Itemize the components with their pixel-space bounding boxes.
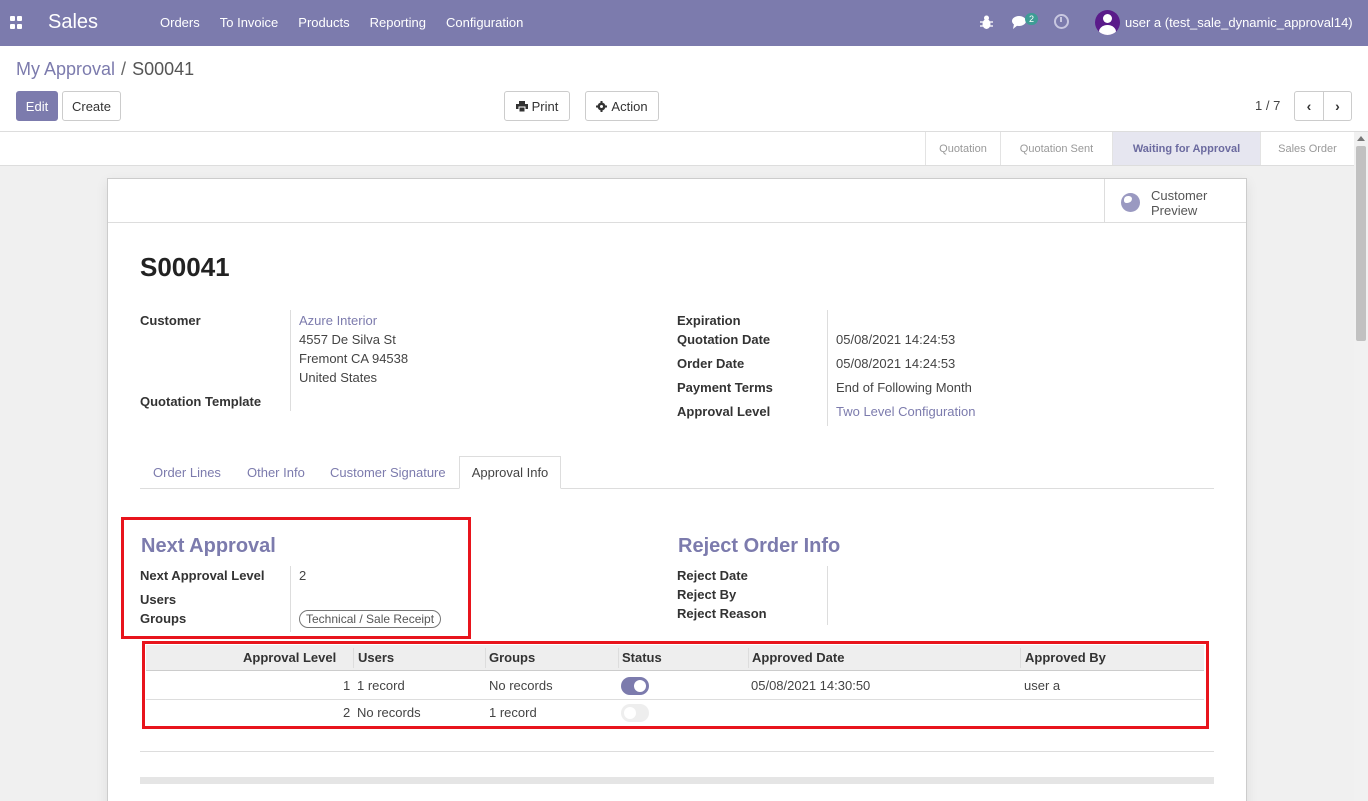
top-navbar: Sales Orders To Invoice Products Reporti… <box>0 0 1368 46</box>
reject-reason-label: Reject Reason <box>677 606 767 621</box>
scrollbar-thumb[interactable] <box>1356 146 1366 341</box>
button-box: Customer Preview <box>108 179 1246 223</box>
debug-bug-icon[interactable] <box>980 14 993 30</box>
control-panel: My Approval / S00041 Edit Create Print Act… <box>0 46 1368 132</box>
quotation-date-value: 05/08/2021 14:24:53 <box>836 332 956 347</box>
customer-preview-line2: Preview <box>1151 203 1198 218</box>
divider <box>140 777 1214 784</box>
breadcrumb-parent[interactable]: My Approval <box>16 59 115 79</box>
breadcrumb-separator: / <box>121 59 127 79</box>
payment-terms-label: Payment Terms <box>677 380 773 395</box>
breadcrumb-current: S00041 <box>132 59 195 79</box>
user-menu[interactable]: user a (test_sale_dynamic_approval14) <box>1125 15 1353 30</box>
menu-products[interactable]: Products <box>298 15 349 30</box>
pager-next-button[interactable]: › <box>1323 91 1352 121</box>
address-line2: Fremont CA 94538 <box>299 351 409 366</box>
page-scrollbar[interactable] <box>1354 132 1368 801</box>
edit-button[interactable]: Edit <box>16 91 58 121</box>
order-date-label: Order Date <box>677 356 745 371</box>
approval-level-link[interactable]: Two Level Configuration <box>836 404 975 419</box>
record-title: S00041 <box>140 252 230 282</box>
menu-reporting[interactable]: Reporting <box>370 15 426 30</box>
payment-terms-value: End of Following Month <box>836 380 972 395</box>
highlight-approval-table <box>142 641 1209 729</box>
field-separator <box>290 310 291 411</box>
pager-value[interactable]: 1 / 7 <box>1255 98 1280 113</box>
chevron-left-icon: ‹ <box>1306 98 1312 114</box>
reject-date-label: Reject Date <box>677 568 748 583</box>
globe-icon <box>1121 193 1140 212</box>
menu-orders[interactable]: Orders <box>160 15 200 30</box>
address-line3: United States <box>299 370 378 385</box>
status-quotation-sent[interactable]: Quotation Sent <box>1000 132 1112 165</box>
app-brand[interactable]: Sales <box>48 11 98 34</box>
menu-to-invoice[interactable]: To Invoice <box>220 15 279 30</box>
user-avatar[interactable] <box>1095 10 1120 35</box>
chevron-right-icon: › <box>1335 98 1340 114</box>
status-quotation[interactable]: Quotation <box>925 132 1000 165</box>
address-line1: 4557 De Silva St <box>299 332 396 347</box>
tabs-divider <box>140 488 1214 489</box>
reject-by-label: Reject By <box>677 587 737 602</box>
pager-previous-button[interactable]: ‹ <box>1294 91 1324 121</box>
create-button[interactable]: Create <box>62 91 121 121</box>
quotation-date-label: Quotation Date <box>677 332 771 347</box>
scroll-up-arrow-icon[interactable] <box>1357 136 1365 141</box>
field-separator <box>827 310 828 426</box>
tab-customer-signature[interactable]: Customer Signature <box>330 465 446 480</box>
statusbar: Quotation Quotation Sent Waiting for App… <box>0 132 1354 166</box>
order-date-value: 05/08/2021 14:24:53 <box>836 356 956 371</box>
action-button[interactable]: Action <box>585 91 659 121</box>
customer-link[interactable]: Azure Interior <box>299 313 377 328</box>
apps-menu-icon[interactable] <box>10 16 23 29</box>
print-label: Print <box>531 98 559 114</box>
chat-count-badge: 2 <box>1025 13 1039 25</box>
printer-icon <box>515 100 528 112</box>
status-sales-order[interactable]: Sales Order <box>1260 132 1354 165</box>
menu-configuration[interactable]: Configuration <box>446 15 523 30</box>
tab-approval-info[interactable]: Approval Info <box>459 456 561 489</box>
customer-preview-label: Customer Preview <box>1151 188 1207 218</box>
tab-other-info[interactable]: Other Info <box>247 465 305 480</box>
reject-info-title: Reject Order Info <box>678 535 841 557</box>
tab-order-lines[interactable]: Order Lines <box>153 465 221 480</box>
expiration-label: Expiration <box>677 313 741 328</box>
approval-level-label: Approval Level <box>677 404 771 419</box>
customer-preview-line1: Customer <box>1151 188 1208 203</box>
quotation-template-label: Quotation Template <box>140 394 262 409</box>
customer-preview-button[interactable]: Customer Preview <box>1104 179 1246 223</box>
gear-icon <box>596 100 608 112</box>
main-menu: Orders To Invoice Products Reporting Con… <box>160 15 543 30</box>
status-waiting-for-approval[interactable]: Waiting for Approval <box>1112 132 1260 165</box>
breadcrumb: My Approval / S00041 <box>16 59 194 80</box>
customer-label: Customer <box>140 313 201 328</box>
field-separator <box>827 566 828 625</box>
highlight-next-approval <box>121 517 471 639</box>
print-button[interactable]: Print <box>504 91 570 121</box>
activity-clock-icon[interactable] <box>1054 14 1069 29</box>
divider <box>140 751 1214 752</box>
action-label: Action <box>611 98 648 114</box>
